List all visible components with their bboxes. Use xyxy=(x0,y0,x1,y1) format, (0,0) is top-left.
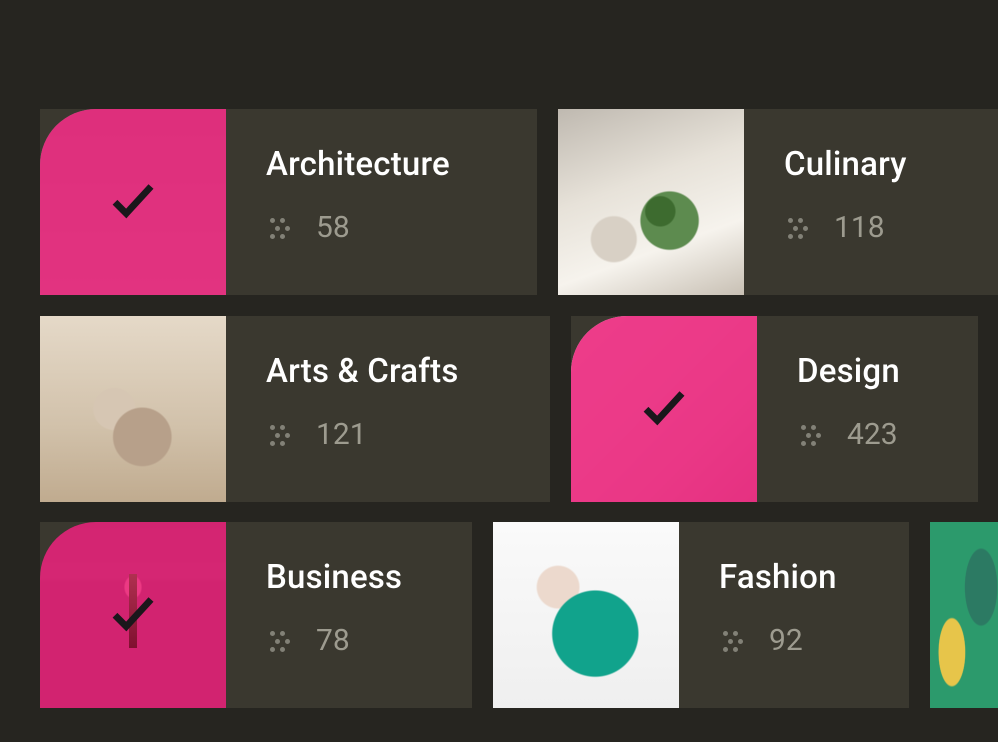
category-body: Fashion 92 xyxy=(679,522,877,708)
category-body: Architecture 58 xyxy=(226,109,490,295)
category-thumb xyxy=(40,522,226,708)
check-icon xyxy=(106,586,160,644)
category-thumb xyxy=(493,522,679,708)
grid-icon xyxy=(266,421,294,449)
category-row: Arts & Crafts 121 Design 423 xyxy=(40,316,998,502)
category-title: Culinary xyxy=(784,145,907,184)
category-thumb xyxy=(558,109,744,295)
category-row: Business 78 Fashion 92 xyxy=(40,522,998,708)
category-title: Arts & Crafts xyxy=(266,352,459,391)
grid-icon xyxy=(266,627,294,655)
category-thumb xyxy=(40,109,226,295)
category-body: Design 423 xyxy=(757,316,940,502)
category-card-culinary[interactable]: Culinary 118 xyxy=(558,109,998,295)
category-body: Business 78 xyxy=(226,522,442,708)
category-body: Arts & Crafts 121 xyxy=(226,316,499,502)
category-card-fashion[interactable]: Fashion 92 xyxy=(493,522,909,708)
category-count: 92 xyxy=(769,623,803,658)
category-count-row: 423 xyxy=(797,417,900,452)
category-count-row: 92 xyxy=(719,623,837,658)
category-count-row: 58 xyxy=(266,210,450,245)
category-count: 58 xyxy=(316,210,350,245)
category-title: Design xyxy=(797,352,900,391)
category-count-row: 121 xyxy=(266,417,459,452)
category-body: Culinary 118 xyxy=(744,109,947,295)
category-count: 423 xyxy=(847,417,898,452)
grid-icon xyxy=(266,214,294,242)
check-icon xyxy=(106,173,160,231)
check-icon xyxy=(637,380,691,438)
category-card-architecture[interactable]: Architecture 58 xyxy=(40,109,537,295)
category-title: Fashion xyxy=(719,558,837,597)
grid-icon xyxy=(784,214,812,242)
grid-icon xyxy=(719,627,747,655)
category-card-business[interactable]: Business 78 xyxy=(40,522,472,708)
category-count: 118 xyxy=(834,210,885,245)
category-title: Business xyxy=(266,558,402,597)
category-card-arts-crafts[interactable]: Arts & Crafts 121 xyxy=(40,316,550,502)
category-count: 121 xyxy=(316,417,367,452)
category-count-row: 78 xyxy=(266,623,402,658)
grid-icon xyxy=(797,421,825,449)
category-card-design[interactable]: Design 423 xyxy=(571,316,978,502)
category-thumb xyxy=(930,522,998,708)
category-title: Architecture xyxy=(266,145,450,184)
category-count: 78 xyxy=(316,623,350,658)
category-count-row: 118 xyxy=(784,210,907,245)
category-thumb xyxy=(40,316,226,502)
category-card-partial[interactable] xyxy=(930,522,998,708)
category-row: Architecture 58 Culinary 118 xyxy=(40,109,998,295)
category-thumb xyxy=(571,316,757,502)
